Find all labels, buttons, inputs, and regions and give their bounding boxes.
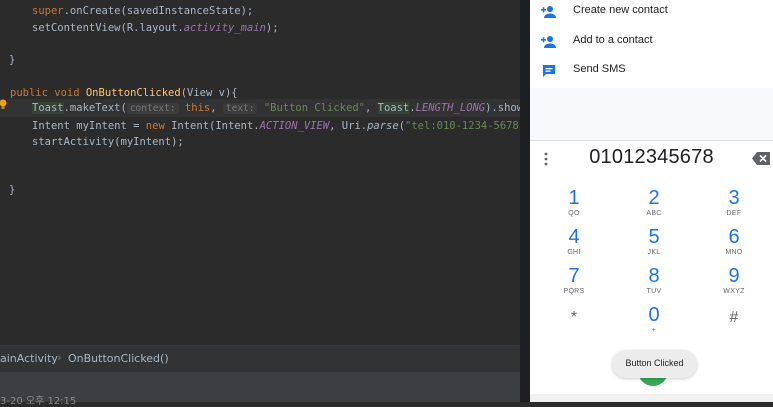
class-name: Toast: [32, 102, 64, 114]
dial-key-3[interactable]: 3 DEF: [694, 187, 773, 225]
key-digit: 6: [728, 226, 740, 248]
code-line: }: [9, 182, 15, 199]
toast-text: Button Clicked: [625, 358, 684, 368]
dial-key-2[interactable]: 2 ABC: [614, 187, 694, 225]
method-name: OnButtonClicked: [85, 87, 181, 99]
key-digit: *: [570, 309, 578, 326]
key-letters: ABC: [646, 210, 662, 217]
param-hint: context:: [126, 103, 179, 114]
option-label: Create new contact: [573, 4, 668, 16]
code-text: ,: [364, 102, 378, 114]
key-digit: 4: [568, 226, 580, 248]
keyword: new: [145, 120, 172, 132]
code-text: (View v){: [180, 87, 238, 99]
param-hint: text:: [222, 103, 258, 114]
key-digit: 9: [728, 265, 740, 287]
toast-message: Button Clicked: [612, 350, 697, 378]
keyword: this: [184, 102, 211, 114]
keyword: public void: [10, 87, 86, 99]
option-send-sms[interactable]: Send SMS: [530, 59, 773, 87]
code-line: Toast.makeText(context: this, text: "But…: [32, 100, 542, 117]
breadcrumb-item-class[interactable]: ainActivity: [0, 352, 58, 365]
string-literal: "tel:010-1234-5678": [405, 120, 526, 132]
code-text: , Uri.: [329, 120, 368, 132]
key-letters: +: [651, 327, 657, 334]
code-text: .makeText(: [63, 102, 127, 114]
nav-bar: [530, 394, 773, 402]
code-text: Intent(Intent.: [171, 120, 260, 132]
code-line: }: [9, 52, 15, 69]
dialed-number[interactable]: 01012345678: [530, 146, 773, 169]
code-text: startActivity(myIntent);: [32, 136, 184, 148]
key-digit: 3: [728, 187, 740, 209]
key-letters: QO: [568, 210, 580, 217]
option-add-to-contact[interactable]: Add to a contact: [530, 30, 773, 58]
backspace-icon[interactable]: [752, 152, 770, 165]
key-letters: MNO: [725, 249, 743, 256]
dial-key-5[interactable]: 5 JKL: [614, 226, 694, 264]
key-letters: JKL: [647, 249, 661, 256]
key-letters: TUV: [646, 288, 662, 295]
dial-key-6[interactable]: 6 MNO: [694, 226, 773, 264]
key-digit: #: [729, 309, 739, 326]
dial-key-8[interactable]: 8 TUV: [614, 265, 694, 303]
lightbulb-icon[interactable]: [0, 99, 7, 110]
key-digit: 2: [648, 187, 660, 209]
key-digit: 0: [648, 304, 660, 326]
key-digit: 5: [648, 226, 660, 248]
key-letters: DEF: [726, 210, 742, 217]
dial-key-7[interactable]: 7 PQRS: [534, 265, 614, 303]
key-digit: 7: [568, 265, 580, 287]
code-text: );: [265, 22, 279, 34]
key-letters: PQRS: [563, 288, 585, 295]
add-person-icon: [541, 6, 556, 18]
code-line: Intent myIntent = new Intent(Intent.ACTI…: [32, 118, 544, 135]
code-line: setContentView(R.layout.activity_main);: [32, 20, 279, 37]
status-bar: 3-20 오후 12:15: [0, 372, 520, 407]
sheet-background: [530, 88, 773, 140]
key-digit: 8: [648, 265, 660, 287]
key-letters: WXYZ: [723, 288, 745, 295]
code-field: activity_main: [183, 22, 266, 34]
dial-pad: 1 QO 2 ABC 3 DEF 4 GHI 5 JKL 6 MNO 7 PQRS 8 TUV …: [530, 177, 773, 377]
option-create-new-contact[interactable]: Create new contact: [530, 0, 773, 28]
dialer-number-bar: 01012345678: [530, 140, 773, 178]
code-text: parse: [367, 120, 399, 132]
dial-key-star[interactable]: *: [534, 307, 614, 345]
code-text: }: [9, 54, 16, 66]
dial-key-hash[interactable]: #: [694, 307, 773, 345]
breadcrumb-separator: ›: [56, 351, 63, 364]
code-text: }: [9, 184, 16, 196]
code-text: ,: [210, 102, 223, 114]
dial-key-0[interactable]: 0 +: [614, 304, 694, 342]
breadcrumb-item-method[interactable]: OnButtonClicked(): [68, 352, 169, 365]
string-literal: "Button Clicked": [263, 102, 365, 114]
code-line: startActivity(myIntent);: [32, 134, 184, 151]
key-digit: 1: [568, 187, 580, 209]
window-divider: [520, 0, 530, 402]
code-line: super.onCreate(savedInstanceState);: [32, 3, 253, 20]
breadcrumb: ainActivity › OnButtonClicked(): [0, 345, 520, 372]
key-letters: GHI: [567, 249, 581, 256]
code-field: ACTION_VIEW: [259, 120, 330, 132]
dial-key-4[interactable]: 4 GHI: [534, 226, 614, 264]
option-label: Add to a contact: [573, 34, 653, 46]
code-field: LENGTH_LONG: [415, 102, 486, 114]
sms-icon: [543, 65, 555, 77]
code-editor: super.onCreate(savedInstanceState); setC…: [0, 0, 544, 407]
keyword: super: [32, 5, 64, 17]
dial-key-1[interactable]: 1 QO: [534, 187, 614, 225]
code-text: .onCreate(savedInstanceState);: [63, 5, 254, 17]
class-name: Toast: [377, 102, 410, 114]
phone-screen: Create new contact Add to a contact Send…: [530, 0, 773, 402]
dial-key-9[interactable]: 9 WXYZ: [694, 265, 773, 303]
code-text: setContentView(R.layout.: [32, 22, 184, 34]
option-label: Send SMS: [573, 63, 626, 75]
status-timestamp: 3-20 오후 12:15: [0, 396, 77, 407]
code-text: Intent myIntent =: [32, 120, 146, 132]
code-area[interactable]: super.onCreate(savedInstanceState); setC…: [0, 0, 544, 345]
add-person-icon: [541, 36, 556, 48]
